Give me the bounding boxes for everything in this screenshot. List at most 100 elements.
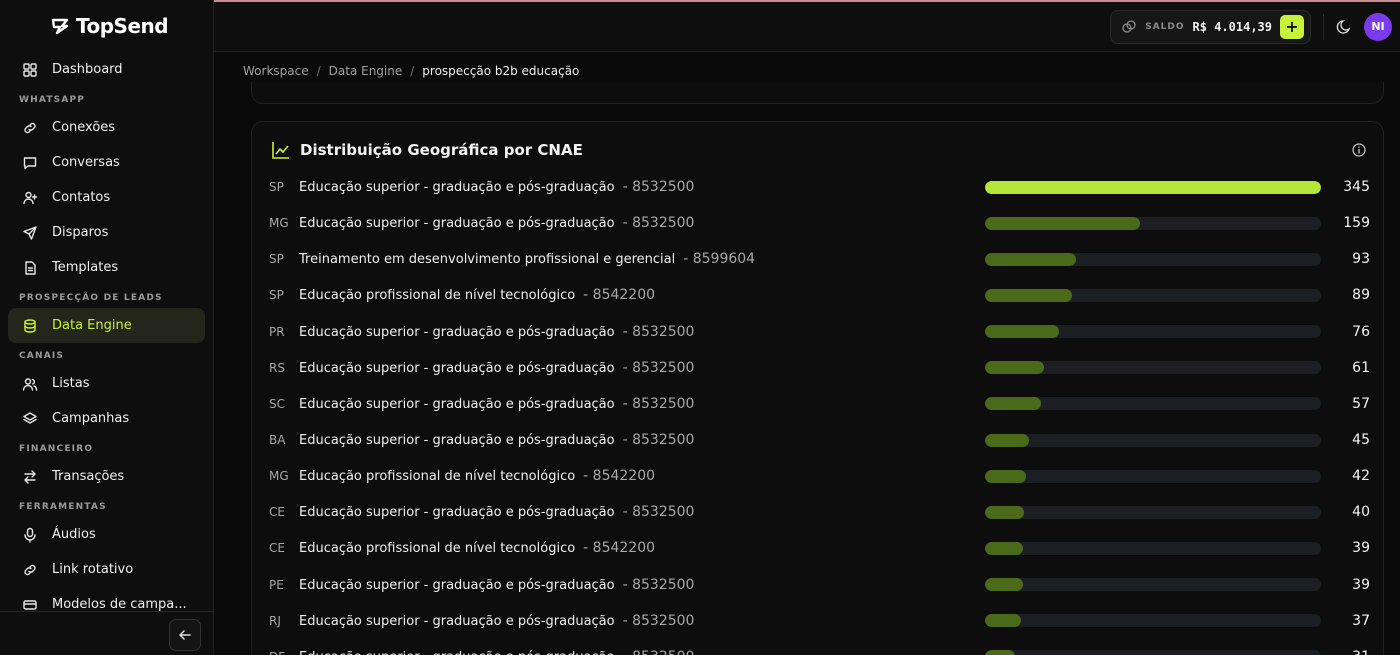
count-value: 39	[1352, 576, 1370, 593]
cnae-row: MG Educação profissional de nível tecnoló…	[252, 458, 1383, 494]
sidebar-item-audios[interactable]: Áudios	[8, 517, 205, 552]
sidebar-section-label: PROSPECÇÃO DE LEADS	[19, 293, 163, 303]
cnae-description: Treinamento em desenvolvimento profissio…	[299, 251, 755, 267]
sidebar-item-transacoes[interactable]: Transações	[8, 459, 205, 494]
sidebar-item-label: Disparos	[52, 225, 109, 240]
sidebar-item-conexoes[interactable]: Conexões	[8, 110, 205, 145]
count-value: 61	[1352, 359, 1370, 376]
cnae-description: Educação superior - graduação e pós-grad…	[299, 649, 694, 655]
sidebar-footer	[0, 611, 213, 655]
count-value: 57	[1352, 395, 1370, 412]
bar-track	[985, 361, 1321, 375]
cnae-row: BA Educação superior - graduação e pós-gr…	[252, 422, 1383, 458]
avatar[interactable]: NI	[1364, 12, 1392, 41]
state-code: MG	[269, 216, 289, 231]
state-code: CE	[269, 505, 285, 520]
microphone-icon	[24, 527, 36, 543]
bar-track	[985, 469, 1321, 483]
count-value: 37	[1352, 612, 1370, 629]
sidebar-nav: Dashboard WHATSAPP Conexões Conversas Contat…	[0, 52, 213, 622]
bar-track	[985, 180, 1321, 194]
topsend-logo-icon	[51, 18, 69, 35]
breadcrumb-workspace[interactable]: Workspace	[243, 64, 309, 78]
bar-fill	[985, 288, 1072, 302]
sidebar-item-listas[interactable]: Listas	[8, 366, 205, 401]
cnae-row: SP Educação superior - graduação e pós-gr…	[252, 169, 1383, 205]
cnae-description: Educação superior - graduação e pós-grad…	[299, 324, 694, 340]
bar-fill	[985, 361, 1045, 375]
cnae-label: Educação superior - graduação e pós-grad…	[299, 360, 615, 376]
cnae-row: RJ Educação superior - graduação e pós-gr…	[252, 603, 1383, 639]
info-icon[interactable]	[1352, 143, 1366, 157]
state-code: SP	[269, 288, 284, 303]
chat-icon	[23, 156, 37, 169]
send-icon	[23, 225, 37, 240]
brand-name: TopSend	[76, 14, 169, 38]
breadcrumb-separator: /	[316, 64, 321, 78]
sidebar-item-conversas[interactable]: Conversas	[8, 145, 205, 180]
sidebar-item-templates[interactable]: Templates	[8, 250, 205, 285]
cnae-code: - 8532500	[622, 504, 695, 521]
bar-fill	[985, 505, 1024, 519]
arrows-exchange-icon	[24, 469, 36, 484]
cnae-code: - 8532500	[622, 179, 695, 196]
cnae-row: CE Educação profissional de nível tecnoló…	[252, 530, 1383, 566]
cnae-description: Educação profissional de nível tecnológi…	[299, 540, 655, 556]
bar-fill	[985, 325, 1060, 339]
cnae-row: PR Educação superior - graduação e pós-gr…	[252, 314, 1383, 350]
collapse-sidebar-button[interactable]	[169, 619, 201, 651]
cnae-label: Educação profissional de nível tecnológi…	[299, 288, 576, 304]
sidebar-item-link-rotativo[interactable]: Link rotativo	[8, 552, 205, 587]
chart-line-icon	[272, 142, 289, 159]
bar-fill	[985, 578, 1023, 592]
logo[interactable]: TopSend	[0, 0, 213, 52]
cnae-row: RS Educação superior - graduação e pós-gr…	[252, 350, 1383, 386]
balance-widget[interactable]: SALDO R$ 4.014,39 +	[1110, 9, 1311, 44]
sidebar-item-data-engine[interactable]: Data Engine	[8, 308, 205, 343]
count-value: 40	[1352, 504, 1370, 521]
bar-fill	[985, 180, 1321, 194]
cnae-code: - 8532500	[622, 432, 695, 449]
bar-fill	[985, 469, 1026, 483]
sidebar-item-label: Conexões	[52, 120, 116, 135]
count-value: 93	[1352, 251, 1370, 268]
cnae-label: Educação profissional de nível tecnológi…	[299, 469, 576, 485]
coins-icon	[1122, 19, 1136, 33]
bar-track	[985, 505, 1321, 519]
cnae-label: Treinamento em desenvolvimento profissio…	[299, 252, 676, 268]
sidebar-item-contatos[interactable]: Contatos	[8, 180, 205, 215]
bar-fill	[985, 433, 1029, 447]
bar-track	[985, 541, 1321, 555]
breadcrumb-current: prospecção b2b educação	[422, 64, 580, 78]
balance-value: R$ 4.014,39	[1192, 19, 1272, 34]
add-balance-button[interactable]: +	[1280, 14, 1304, 39]
cnae-code: - 8599604	[683, 251, 756, 268]
count-value: 39	[1352, 540, 1370, 557]
geo-distribution-card: Distribuição Geográfica por CNAE SP Educa…	[251, 121, 1384, 655]
grid-icon	[23, 62, 37, 77]
cnae-label: Educação superior - graduação e pós-grad…	[299, 216, 615, 232]
cnae-description: Educação superior - graduação e pós-grad…	[299, 577, 694, 593]
sidebar-item-dashboard[interactable]: Dashboard	[8, 52, 205, 87]
bar-track	[985, 614, 1321, 628]
cnae-code: - 8532500	[622, 576, 695, 593]
cnae-description: Educação superior - graduação e pós-grad…	[299, 179, 694, 195]
bar-fill	[985, 614, 1022, 628]
cnae-label: Educação superior - graduação e pós-grad…	[299, 324, 615, 340]
cnae-label: Educação superior - graduação e pós-grad…	[299, 180, 615, 196]
cnae-row: DF Educação superior - graduação e pós-gr…	[252, 639, 1383, 655]
cnae-label: Educação superior - graduação e pós-grad…	[299, 396, 615, 412]
breadcrumb-data-engine[interactable]: Data Engine	[329, 64, 403, 78]
cnae-description: Educação superior - graduação e pós-grad…	[299, 504, 694, 520]
sidebar-section-label: WHATSAPP	[19, 95, 86, 105]
cnae-row: SP Treinamento em desenvolvimento profiss…	[252, 241, 1383, 277]
cnae-description: Educação superior - graduação e pós-grad…	[299, 215, 694, 231]
bar-fill	[985, 397, 1041, 411]
sidebar-item-label: Link rotativo	[52, 562, 134, 577]
sidebar-item-campanhas[interactable]: Campanhas	[8, 401, 205, 436]
cnae-description: Educação superior - graduação e pós-grad…	[299, 396, 694, 412]
sidebar-item-label: Conversas	[52, 155, 120, 170]
moon-icon[interactable]	[1336, 19, 1352, 35]
count-value: 345	[1343, 179, 1370, 196]
sidebar-item-disparos[interactable]: Disparos	[8, 215, 205, 250]
